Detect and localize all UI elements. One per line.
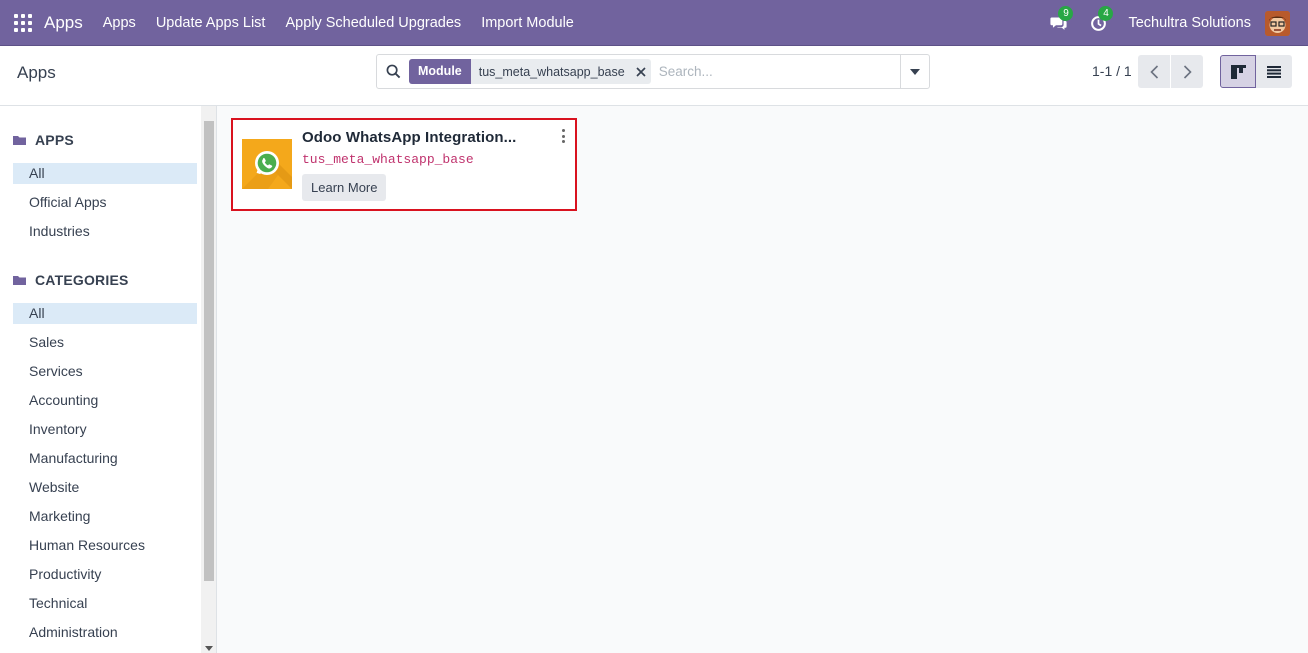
menu-update-apps-list[interactable]: Update Apps List <box>156 15 266 31</box>
sidebar-item-apps-all[interactable]: All <box>13 163 197 184</box>
sidebar-item-official-apps[interactable]: Official Apps <box>13 192 197 213</box>
categories-section-label: CATEGORIES <box>35 272 129 288</box>
sidebar-item-marketing[interactable]: Marketing <box>13 506 197 527</box>
sidebar-item-category-all[interactable]: All <box>13 303 197 324</box>
module-card[interactable]: Odoo WhatsApp Integration... tus_meta_wh… <box>231 118 577 211</box>
apps-section-label: APPS <box>35 132 74 148</box>
kanban-view-button[interactable] <box>1220 55 1256 88</box>
close-icon <box>636 66 646 77</box>
pager-previous-button[interactable] <box>1138 55 1170 88</box>
activities-badge: 4 <box>1098 6 1114 21</box>
sidebar-item-sales[interactable]: Sales <box>13 332 197 353</box>
sidebar-item-inventory[interactable]: Inventory <box>13 419 197 440</box>
activities-button[interactable]: 4 <box>1088 6 1114 33</box>
scroll-down-arrow-icon[interactable] <box>205 646 213 651</box>
breadcrumb-title: Apps <box>17 63 56 82</box>
menu-apps[interactable]: Apps <box>103 15 136 31</box>
apps-section-header: APPS <box>13 132 74 148</box>
sidebar-item-manufacturing[interactable]: Manufacturing <box>13 448 197 469</box>
facet-remove-button[interactable] <box>631 59 651 84</box>
app-menu-grid-icon[interactable] <box>14 13 32 32</box>
menu-apply-scheduled-upgrades[interactable]: Apply Scheduled Upgrades <box>285 15 461 31</box>
pager-value[interactable]: 1-1 / 1 <box>1092 63 1132 79</box>
sidebar-item-industries[interactable]: Industries <box>13 221 197 242</box>
menu-import-module[interactable]: Import Module <box>481 15 574 31</box>
search-facet: Module tus_meta_whatsapp_base <box>409 59 651 84</box>
scrollbar-thumb[interactable] <box>204 121 214 581</box>
search-icon <box>377 55 409 88</box>
top-navbar: Apps Apps Update Apps List Apply Schedul… <box>0 0 1308 46</box>
list-icon <box>1267 65 1281 78</box>
facet-value: tus_meta_whatsapp_base <box>478 64 625 79</box>
list-view-button[interactable] <box>1256 55 1292 88</box>
pager-next-button[interactable] <box>1171 55 1203 88</box>
sidebar-item-productivity[interactable]: Productivity <box>13 564 197 585</box>
app-brand[interactable]: Apps <box>44 13 83 33</box>
learn-more-button[interactable]: Learn More <box>302 174 387 201</box>
whatsapp-module-icon <box>242 139 292 189</box>
search-options-toggle[interactable] <box>900 55 929 88</box>
folder-icon <box>13 136 26 145</box>
sidebar-item-administration[interactable]: Administration <box>13 622 197 643</box>
messages-button[interactable]: 9 <box>1048 6 1074 33</box>
card-menu-dots-icon[interactable] <box>560 129 566 143</box>
sidebar-item-technical[interactable]: Technical <box>13 593 197 614</box>
module-technical-name: tus_meta_whatsapp_base <box>302 152 474 167</box>
module-title: Odoo WhatsApp Integration... <box>302 129 517 146</box>
sidebar-scrollbar[interactable] <box>201 106 216 653</box>
sidebar-item-services[interactable]: Services <box>13 361 197 382</box>
top-menu: Apps Update Apps List Apply Scheduled Up… <box>103 15 594 31</box>
search-input[interactable] <box>658 64 879 79</box>
kanban-icon <box>1230 64 1246 79</box>
chevron-right-icon <box>1183 64 1192 79</box>
search-bar: Module tus_meta_whatsapp_base <box>376 54 930 89</box>
chevron-left-icon <box>1149 64 1158 79</box>
whatsapp-icon <box>242 139 292 189</box>
categories-section-header: CATEGORIES <box>13 272 129 288</box>
search-panel-sidebar: APPS All Official Apps Industries CATEGO… <box>0 106 217 653</box>
facet-label: Module <box>409 59 471 84</box>
navbar-systray: 9 4 Techultra Solutions <box>1048 0 1290 46</box>
folder-icon <box>13 276 26 285</box>
company-switcher[interactable]: Techultra Solutions <box>1128 15 1251 31</box>
avatar-face-icon <box>1265 10 1290 36</box>
sidebar-item-human-resources[interactable]: Human Resources <box>13 535 197 556</box>
sidebar-item-accounting[interactable]: Accounting <box>13 390 197 411</box>
caret-down-icon <box>910 68 920 75</box>
control-panel: Apps Module tus_meta_whatsapp_base 1-1 /… <box>0 46 1308 106</box>
user-avatar[interactable] <box>1265 10 1290 36</box>
messages-badge: 9 <box>1058 6 1074 21</box>
sidebar-item-website[interactable]: Website <box>13 477 197 498</box>
